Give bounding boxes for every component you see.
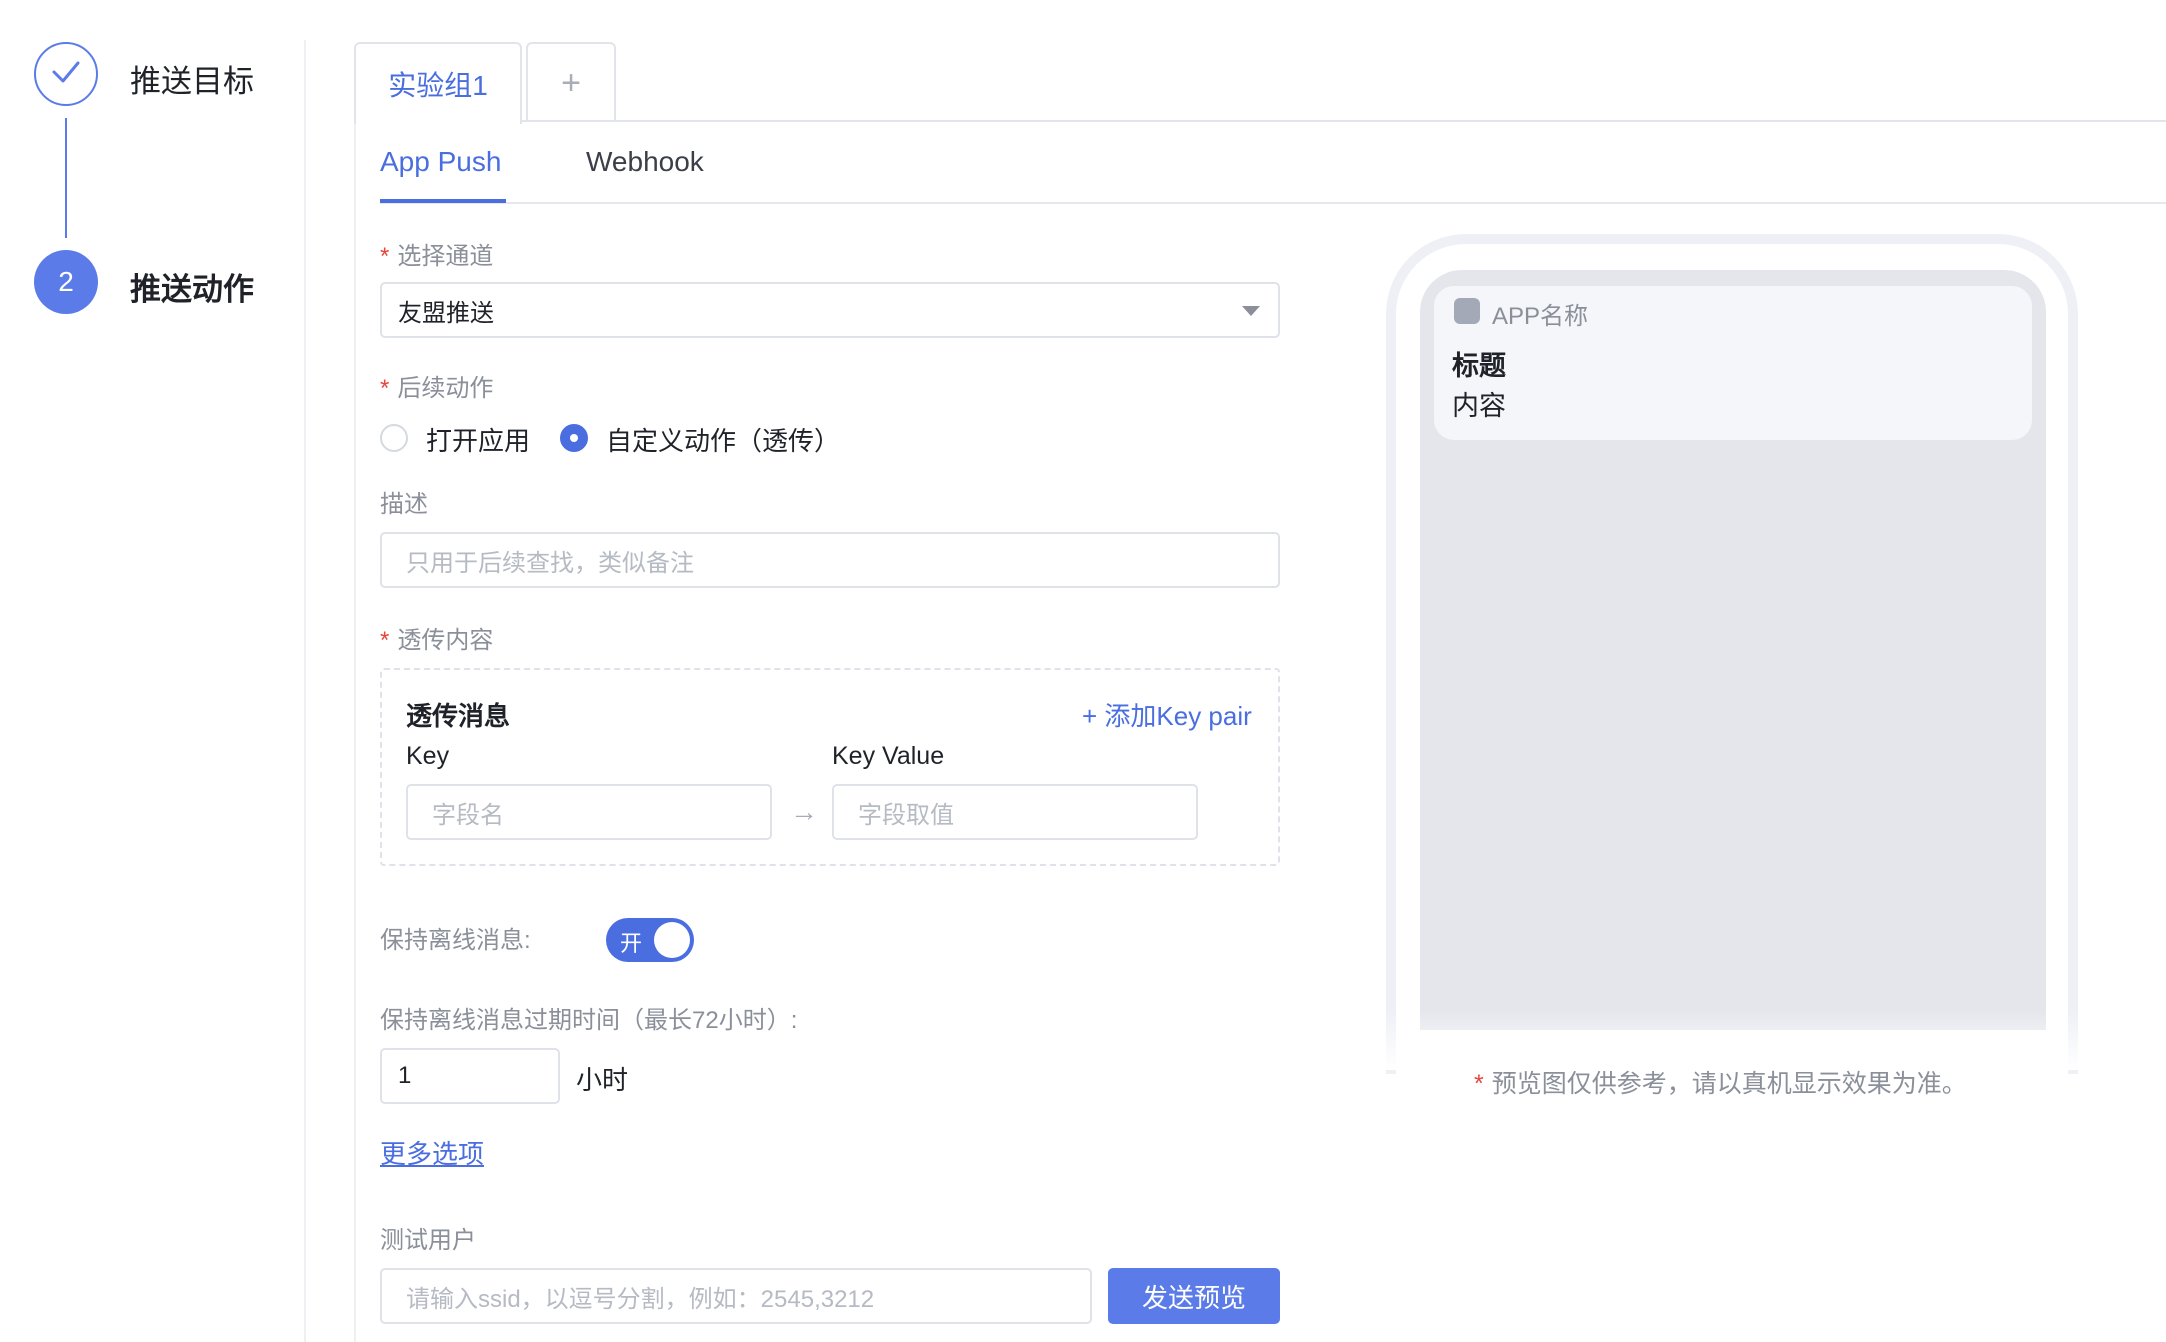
radio-custom-action[interactable] (560, 424, 588, 452)
tab-app-push[interactable]: App Push (380, 146, 501, 178)
check-icon (49, 55, 83, 94)
step-2-label[interactable]: 推送动作 (130, 264, 254, 309)
add-tab-button[interactable]: + (526, 42, 616, 122)
preview-note-text: 预览图仅供参考，请以真机显示效果为准。 (1491, 1070, 1967, 1098)
preview-content: 内容 (1452, 391, 1506, 421)
step-connector (65, 118, 67, 238)
step-2-circle[interactable]: 2 (34, 250, 98, 314)
channel-value: 友盟推送 (398, 299, 494, 327)
preview-app-name: APP名称 (1492, 303, 1589, 330)
caret-down-icon (1242, 306, 1260, 316)
tab-strip-border (354, 120, 2166, 122)
test-user-label: 测试用户 (380, 1227, 476, 1254)
radio-custom-action-label[interactable]: 自定义动作（透传） (606, 421, 840, 458)
expire-hours-value: 1 (398, 1062, 412, 1089)
channel-select[interactable]: 友盟推送 (380, 282, 1280, 338)
description-placeholder: 只用于后续查找，类似备注 (406, 549, 694, 577)
more-options-link[interactable]: 更多选项 (380, 1134, 484, 1171)
sidebar-divider (304, 40, 306, 1342)
tab-label: 实验组1 (388, 70, 488, 101)
subtab-border (380, 202, 2166, 204)
required-mark: * (380, 375, 390, 402)
key-placeholder: 字段名 (432, 801, 504, 829)
add-key-pair-link[interactable]: + 添加Key pair (1082, 696, 1252, 733)
description-input[interactable]: 只用于后续查找，类似备注 (380, 532, 1280, 588)
passthrough-label: * 透传内容 (380, 620, 493, 655)
expire-label: 保持离线消息过期时间（最长72小时）: (380, 1007, 798, 1034)
toggle-text: 开 (620, 931, 643, 956)
test-user-placeholder: 请输入ssid，以逗号分割，例如：2545,3212 (406, 1285, 875, 1313)
value-column-label: Key Value (832, 742, 945, 770)
required-mark: * (380, 243, 390, 270)
description-label: 描述 (380, 491, 428, 518)
toggle-knob (654, 922, 690, 958)
required-mark: * (1474, 1070, 1484, 1098)
active-tab-indicator (380, 199, 506, 203)
step-2-number: 2 (58, 266, 74, 297)
preview-note: * 预览图仅供参考，请以真机显示效果为准。 (1474, 1064, 1967, 1100)
follow-action-label: * 后续动作 (380, 368, 493, 403)
channel-label-text: 选择通道 (397, 243, 494, 270)
required-mark: * (380, 627, 390, 654)
key-input[interactable]: 字段名 (406, 784, 772, 840)
main-divider (354, 120, 356, 1342)
send-preview-button[interactable]: 发送预览 (1108, 1268, 1280, 1324)
hours-unit: 小时 (576, 1065, 629, 1095)
offline-message-toggle[interactable]: 开 (606, 918, 694, 962)
passthrough-label-text: 透传内容 (397, 627, 494, 654)
plus-icon: + (561, 63, 581, 102)
offline-message-label: 保持离线消息: (380, 927, 531, 954)
test-user-input[interactable]: 请输入ssid，以逗号分割，例如：2545,3212 (380, 1268, 1092, 1324)
preview-title: 标题 (1452, 351, 1506, 381)
channel-label: * 选择通道 (380, 236, 493, 271)
radio-open-app-label[interactable]: 打开应用 (426, 421, 530, 458)
tab-experiment-group-1[interactable]: 实验组1 (354, 42, 522, 124)
passthrough-title: 透传消息 (406, 701, 511, 731)
app-icon (1454, 298, 1480, 324)
phone-fade (1376, 1010, 2088, 1070)
follow-action-label-text: 后续动作 (397, 375, 494, 402)
value-input[interactable]: 字段取值 (832, 784, 1198, 840)
key-column-label: Key (406, 742, 450, 770)
step-1-circle[interactable] (34, 42, 98, 106)
expire-hours-input[interactable]: 1 (380, 1048, 560, 1104)
tab-webhook[interactable]: Webhook (586, 146, 704, 178)
radio-open-app[interactable] (380, 424, 408, 452)
value-placeholder: 字段取值 (858, 801, 954, 829)
arrow-right-icon: → (790, 796, 818, 827)
step-1-label[interactable]: 推送目标 (130, 56, 254, 101)
